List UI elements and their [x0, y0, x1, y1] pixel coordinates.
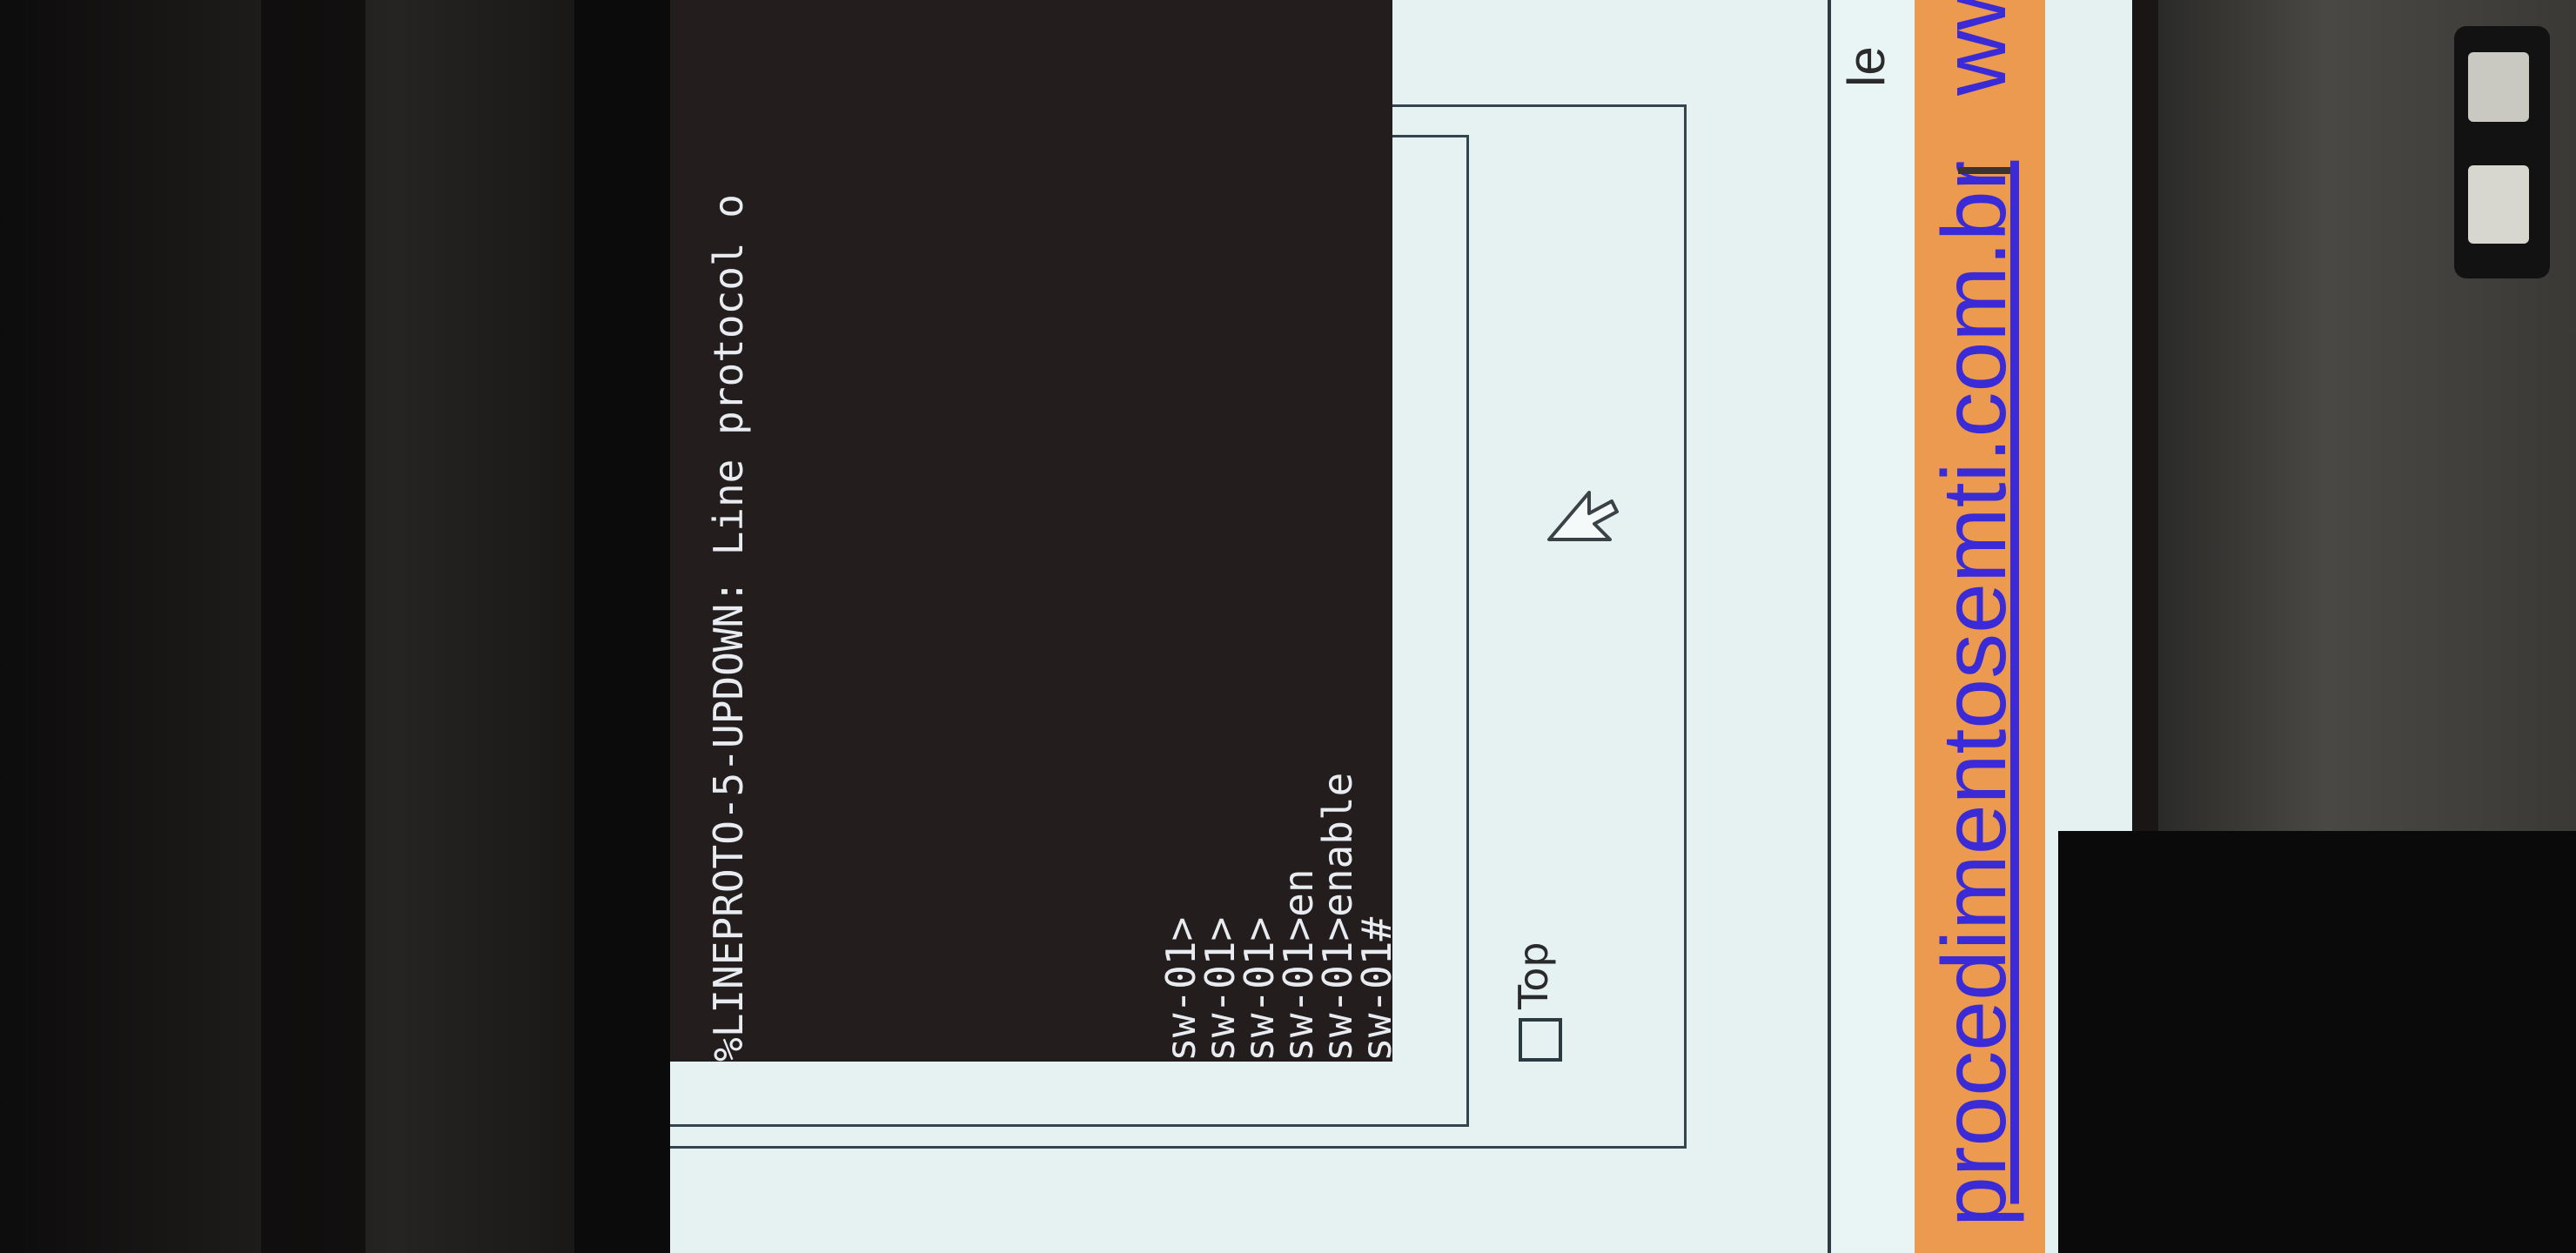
monitor-bezel: [574, 0, 670, 1253]
device-panel-bottom: [2468, 165, 2529, 244]
top-checkbox[interactable]: [1519, 1018, 1562, 1062]
top-checkbox-label: Top: [1510, 941, 1557, 1009]
foreground-object: [2058, 831, 2576, 1253]
banner-separator: [1958, 167, 2010, 174]
projected-screen: %LINEPROTO-5-UPDOWN: Line protocol o sw-…: [670, 0, 2132, 1253]
console-window: %LINEPROTO-5-UPDOWN: Line protocol o sw-…: [670, 0, 1828, 1253]
mouse-pointer-icon: [1547, 491, 1619, 541]
terminal-prompt[interactable]: sw-01#: [1353, 917, 1400, 1062]
syslog-message: %LINEPROTO-5-UPDOWN: Line protocol o: [705, 194, 752, 1062]
terminal-output[interactable]: %LINEPROTO-5-UPDOWN: Line protocol o sw-…: [670, 0, 1400, 1062]
wall-shadow: [261, 0, 366, 1253]
website-link-2[interactable]: ww: [1923, 0, 2027, 96]
device-panel-top: [2468, 52, 2529, 122]
website-link[interactable]: procedimentosemti.com.br: [1923, 161, 2027, 1227]
side-panel-text: le: [1837, 46, 1895, 87]
